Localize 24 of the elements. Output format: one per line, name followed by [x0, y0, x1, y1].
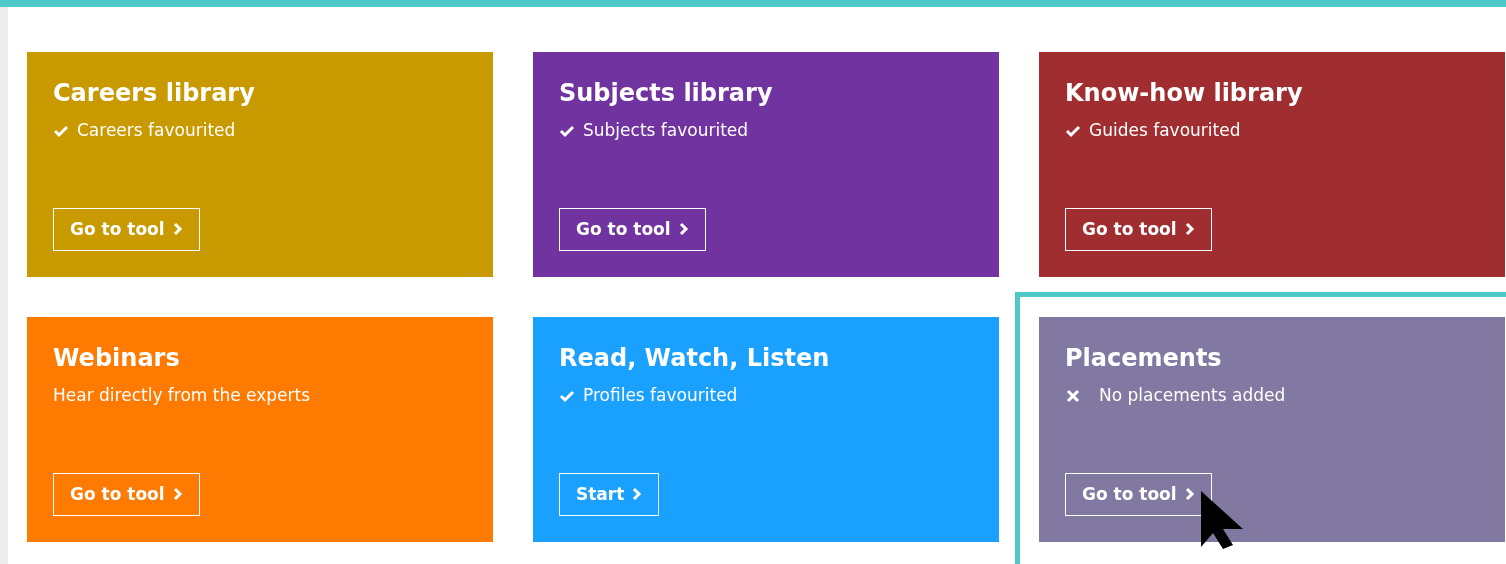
chevron-icon — [172, 487, 183, 502]
card-button[interactable]: Start — [559, 472, 660, 516]
card-title: Subjects library — [559, 78, 774, 108]
card-button[interactable]: Go to tool — [1065, 472, 1212, 516]
chevron-icon — [632, 487, 643, 502]
card-title: Careers library — [53, 78, 256, 108]
card-title: Placements — [1065, 343, 1223, 373]
chevron-icon — [678, 222, 689, 237]
chevron-icon — [1184, 222, 1195, 237]
card-button[interactable]: Go to tool — [53, 472, 200, 516]
card-status: No placements added — [1099, 384, 1286, 407]
card-title: Read, Watch, Listen — [559, 343, 831, 373]
card-status: Profiles favourited — [583, 384, 738, 407]
card-button[interactable]: Go to tool — [1065, 207, 1212, 251]
card-status: Subjects favourited — [583, 119, 749, 142]
card-button[interactable]: Go to tool — [53, 207, 200, 251]
card-status: Hear directly from the experts — [53, 384, 311, 407]
chevron-icon — [1184, 487, 1195, 502]
card-title: Know-how library — [1065, 78, 1304, 108]
chevron-icon — [172, 222, 183, 237]
card-title: Webinars — [53, 343, 181, 373]
card-button[interactable]: Go to tool — [559, 207, 706, 251]
card-status: Guides favourited — [1089, 119, 1241, 142]
card-status: Careers favourited — [77, 119, 236, 142]
